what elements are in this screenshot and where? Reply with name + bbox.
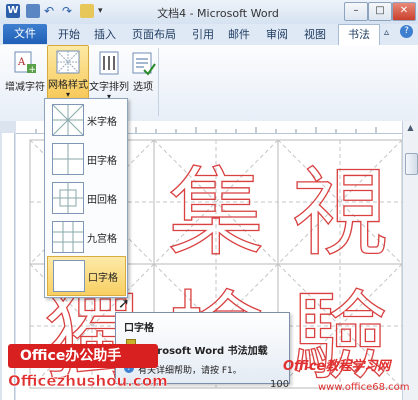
text-arrange-button[interactable]: 文字排列 ▾ <box>89 48 129 101</box>
kou-grid-icon <box>53 260 85 292</box>
grid-option-label: 米字格 <box>87 117 117 128</box>
window-title: 文档4 - Microsoft Word <box>157 7 279 20</box>
calligraphy-char-1: 集 <box>168 157 264 269</box>
grid-style-button[interactable]: 网格样式 ▾ <box>47 45 89 99</box>
save-icon[interactable] <box>26 4 40 18</box>
undo-icon[interactable]: ↶ <box>44 4 58 18</box>
text-arrange-label: 文字排列 <box>89 82 129 93</box>
tianhui-grid-icon <box>52 182 84 214</box>
site-url: www.office68.com <box>318 382 410 393</box>
tab-home[interactable]: 开始 <box>54 27 84 43</box>
add-remove-chars-button[interactable]: A + 增减字符 <box>5 48 45 100</box>
add-chars-icon: A + <box>14 51 37 75</box>
tab-calligraphy[interactable]: 书法 <box>338 24 380 46</box>
grid-option-kou[interactable]: 口字格 <box>47 256 126 296</box>
grid-style-label: 网格样式 <box>48 80 88 91</box>
open-folder-icon[interactable] <box>80 4 94 18</box>
calligraphy-char-2: 視 <box>292 157 388 269</box>
grid-style-dropdown: 米字格 田字格 田回格 九宫格 口字格 <box>44 98 128 298</box>
zoom-level[interactable]: 100 <box>270 379 289 390</box>
tian-grid-icon <box>52 143 84 175</box>
tab-mailings[interactable]: 邮件 <box>224 27 254 43</box>
help-icon[interactable]: ? <box>400 25 413 38</box>
scrollbar-thumb[interactable] <box>405 153 418 175</box>
tab-references[interactable]: 引用 <box>188 27 218 43</box>
close-button[interactable]: ✕ <box>392 2 416 21</box>
calligraphy-char-4: 驗 <box>292 281 388 393</box>
add-remove-chars-label: 增减字符 <box>5 82 45 93</box>
grid-option-label: 田字格 <box>87 156 117 167</box>
tooltip-title: 口字格 <box>124 323 154 334</box>
tab-file[interactable]: 文件 <box>3 24 47 44</box>
options-label: 选项 <box>133 82 153 93</box>
mouse-cursor-icon: ➚ <box>118 296 130 312</box>
jiugong-grid-icon <box>52 221 84 253</box>
grid-option-label: 九宫格 <box>87 234 117 245</box>
redo-icon[interactable]: ↷ <box>62 4 76 18</box>
brand-badge: Office办公助手 <box>8 344 158 368</box>
text-arrange-icon <box>99 51 119 75</box>
tab-review[interactable]: 审阅 <box>262 27 292 43</box>
grid-option-label: 田回格 <box>87 195 117 206</box>
options-button[interactable]: 选项 <box>130 48 156 100</box>
ribbon-group-divider <box>158 48 159 116</box>
svg-text:+: + <box>29 65 37 75</box>
grid-option-tianhui[interactable]: 田回格 <box>47 179 124 217</box>
grid-option-mi[interactable]: 米字格 <box>47 101 124 139</box>
word-logo-icon[interactable]: W <box>6 4 20 18</box>
vertical-scrollbar[interactable]: ▲ <box>402 121 418 400</box>
tab-view[interactable]: 视图 <box>300 27 330 43</box>
tab-page-layout[interactable]: 页面布局 <box>128 27 180 43</box>
svg-text:A: A <box>17 57 26 68</box>
scroll-up-icon[interactable]: ▲ <box>405 123 416 134</box>
options-icon <box>132 52 156 76</box>
grid-option-tian[interactable]: 田字格 <box>47 140 124 178</box>
minimize-button[interactable]: – <box>344 2 368 21</box>
mi-grid-icon <box>52 104 84 136</box>
tab-insert[interactable]: 插入 <box>90 27 120 43</box>
minimize-ribbon-icon[interactable]: ▵ <box>384 27 389 38</box>
customize-icon[interactable]: ▾ <box>98 4 112 18</box>
brand-url: Officezhushou.com <box>8 372 168 391</box>
maximize-button[interactable]: □ <box>368 2 392 21</box>
grid-option-label: 口字格 <box>88 273 118 284</box>
grid-style-icon <box>56 50 80 74</box>
grid-option-jiugong[interactable]: 九宫格 <box>47 218 124 256</box>
site-logo: Office教程学习网 <box>283 359 391 374</box>
